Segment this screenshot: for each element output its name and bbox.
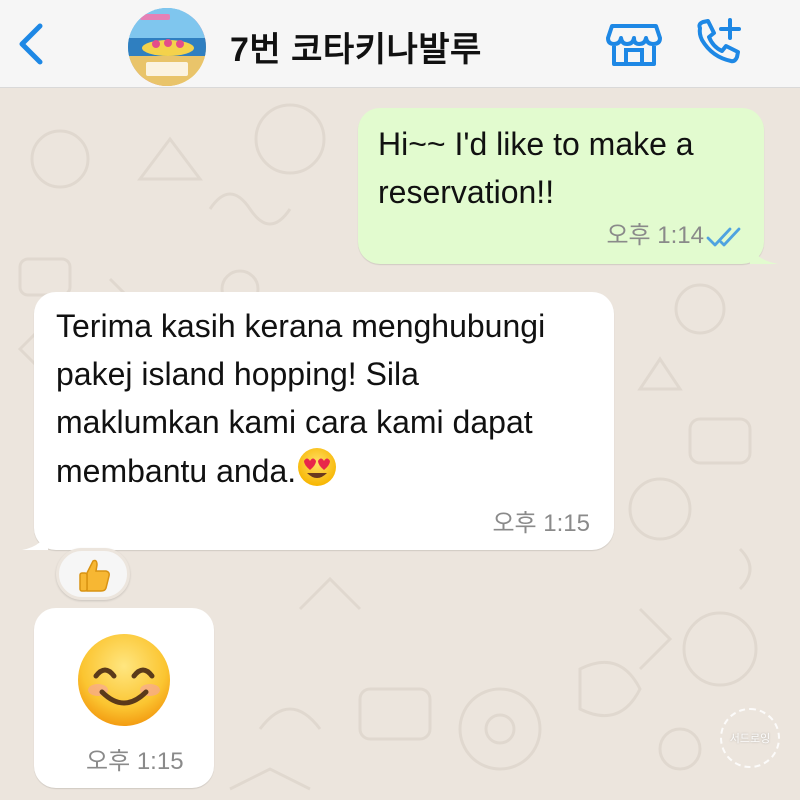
chat-title[interactable]: 7번 코타키나발루 [230, 22, 482, 71]
add-call-icon [697, 18, 741, 64]
watermark-text: 서드로잉 [729, 733, 771, 745]
message-time: 오후 1:15 [86, 748, 184, 775]
bubble-tail [22, 528, 48, 550]
smiling-face-emoji-icon [78, 634, 170, 726]
message-time: 오후 1:15 [492, 510, 590, 537]
watermark-logo: 서드로잉 [720, 708, 780, 768]
chat-avatar[interactable] [128, 8, 206, 86]
thumbs-up-icon [79, 559, 110, 592]
message-text: Hi~~ I'd like to make a reservation!! [378, 126, 694, 210]
incoming-message[interactable]: 오후 1:15 [34, 608, 214, 788]
chevron-left-icon [19, 23, 43, 65]
chat-header: 7번 코타키나발루 [0, 0, 800, 88]
double-check-read-icon [706, 227, 741, 247]
outgoing-message[interactable]: Hi~~ I'd like to make a reservation!! 오후… [358, 108, 778, 264]
store-button[interactable] [606, 20, 662, 68]
storefront-icon [606, 24, 662, 66]
message-text-container: Terima kasih kerana menghubungi pakej is… [56, 302, 576, 495]
message-reaction[interactable] [56, 548, 130, 600]
message-time: 오후 1:14 [606, 222, 704, 249]
bubble-tail [750, 242, 778, 264]
heart-eyes-emoji-icon [298, 448, 337, 486]
add-call-button[interactable] [690, 14, 746, 68]
incoming-message[interactable]: Terima kasih kerana menghubungi pakej is… [22, 292, 614, 550]
back-button[interactable] [14, 22, 50, 66]
